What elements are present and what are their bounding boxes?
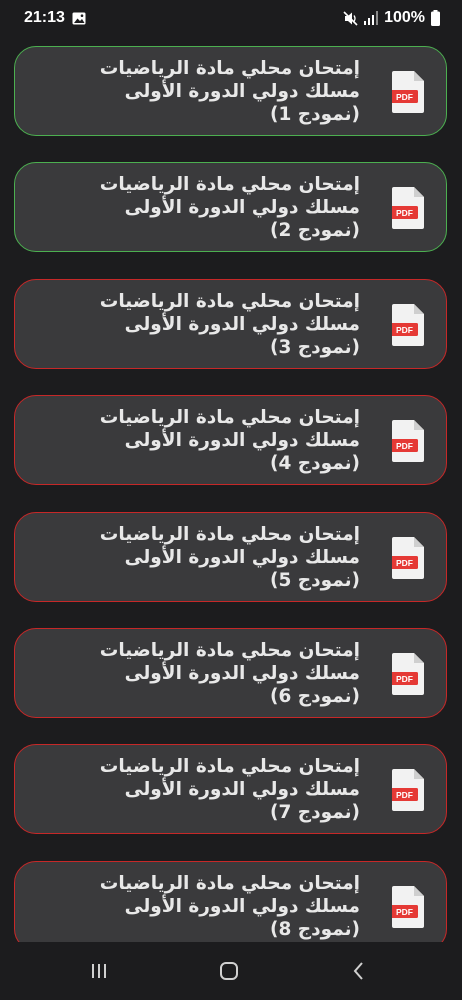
exam-card-title: إمتحان محلي مادة الرياضيات مسلك دولي الد… xyxy=(99,640,360,707)
battery-icon xyxy=(431,10,440,26)
svg-text:PDF: PDF xyxy=(396,92,413,102)
exam-card-title: إمتحان محلي مادة الرياضيات مسلك دولي الد… xyxy=(99,174,360,242)
signal-icon xyxy=(364,11,379,25)
pdf-file-icon: PDF xyxy=(391,769,424,812)
status-bar: 21:13 100% xyxy=(0,0,462,36)
pdf-file-icon: PDF xyxy=(391,536,424,579)
exam-card-4[interactable]: PDF إمتحان محلي مادة الرياضيات مسلك دولي… xyxy=(14,395,447,486)
mute-icon xyxy=(343,10,358,26)
exam-card-3[interactable]: PDF إمتحان محلي مادة الرياضيات مسلك دولي… xyxy=(14,278,447,369)
home-icon[interactable] xyxy=(214,956,244,986)
exam-card-1[interactable]: PDF إمتحان محلي مادة الرياضيات مسلك دولي… xyxy=(14,46,447,136)
exam-card-8[interactable]: PDF إمتحان محلي مادة الرياضيات مسلك دولي… xyxy=(14,860,447,951)
svg-text:PDF: PDF xyxy=(396,325,413,335)
pdf-file-icon: PDF xyxy=(391,187,424,230)
status-indicators: 100% xyxy=(343,9,440,27)
pdf-file-icon: PDF xyxy=(391,420,424,463)
pdf-file-icon: PDF xyxy=(391,885,424,928)
exam-card-5[interactable]: PDF إمتحان محلي مادة الرياضيات مسلك دولي… xyxy=(14,511,447,602)
exam-card-title: إمتحان محلي مادة الرياضيات مسلك دولي الد… xyxy=(99,756,360,824)
battery-percent: 100% xyxy=(384,9,425,26)
pdf-file-icon: PDF xyxy=(391,71,424,113)
exam-card-6[interactable]: PDF إمتحان محلي مادة الرياضيات مسلك دولي… xyxy=(14,628,447,718)
exam-card-title: إمتحان محلي مادة الرياضيات مسلك دولي الد… xyxy=(99,290,360,358)
exam-card-7[interactable]: PDF إمتحان محلي مادة الرياضيات مسلك دولي… xyxy=(14,744,447,835)
screen: PDF إمتحان محلي مادة الرياضيات مسلك دولي… xyxy=(0,0,462,1000)
exam-card-title: إمتحان محلي مادة الرياضيات مسلك دولي الد… xyxy=(99,872,360,940)
exam-card-title: إمتحان محلي مادة الرياضيات مسلك دولي الد… xyxy=(99,407,360,475)
svg-text:PDF: PDF xyxy=(396,674,413,684)
svg-text:PDF: PDF xyxy=(396,558,413,568)
svg-text:PDF: PDF xyxy=(396,791,413,801)
pdf-file-icon: PDF xyxy=(391,303,424,346)
exam-card-2[interactable]: PDF إمتحان محلي مادة الرياضيات مسلك دولي… xyxy=(14,162,447,253)
svg-text:PDF: PDF xyxy=(396,209,413,219)
back-icon[interactable] xyxy=(344,956,374,986)
svg-text:PDF: PDF xyxy=(396,441,413,451)
pdf-file-icon: PDF xyxy=(391,653,424,695)
recent-apps-icon[interactable] xyxy=(84,956,114,986)
exam-card-title: إمتحان محلي مادة الرياضيات مسلك دولي الد… xyxy=(99,58,360,125)
gallery-icon xyxy=(72,12,86,25)
navigation-bar xyxy=(0,942,462,1000)
status-time: 21:13 xyxy=(24,9,65,26)
svg-text:PDF: PDF xyxy=(396,907,413,917)
exam-card-title: إمتحان محلي مادة الرياضيات مسلك دولي الد… xyxy=(99,523,360,591)
